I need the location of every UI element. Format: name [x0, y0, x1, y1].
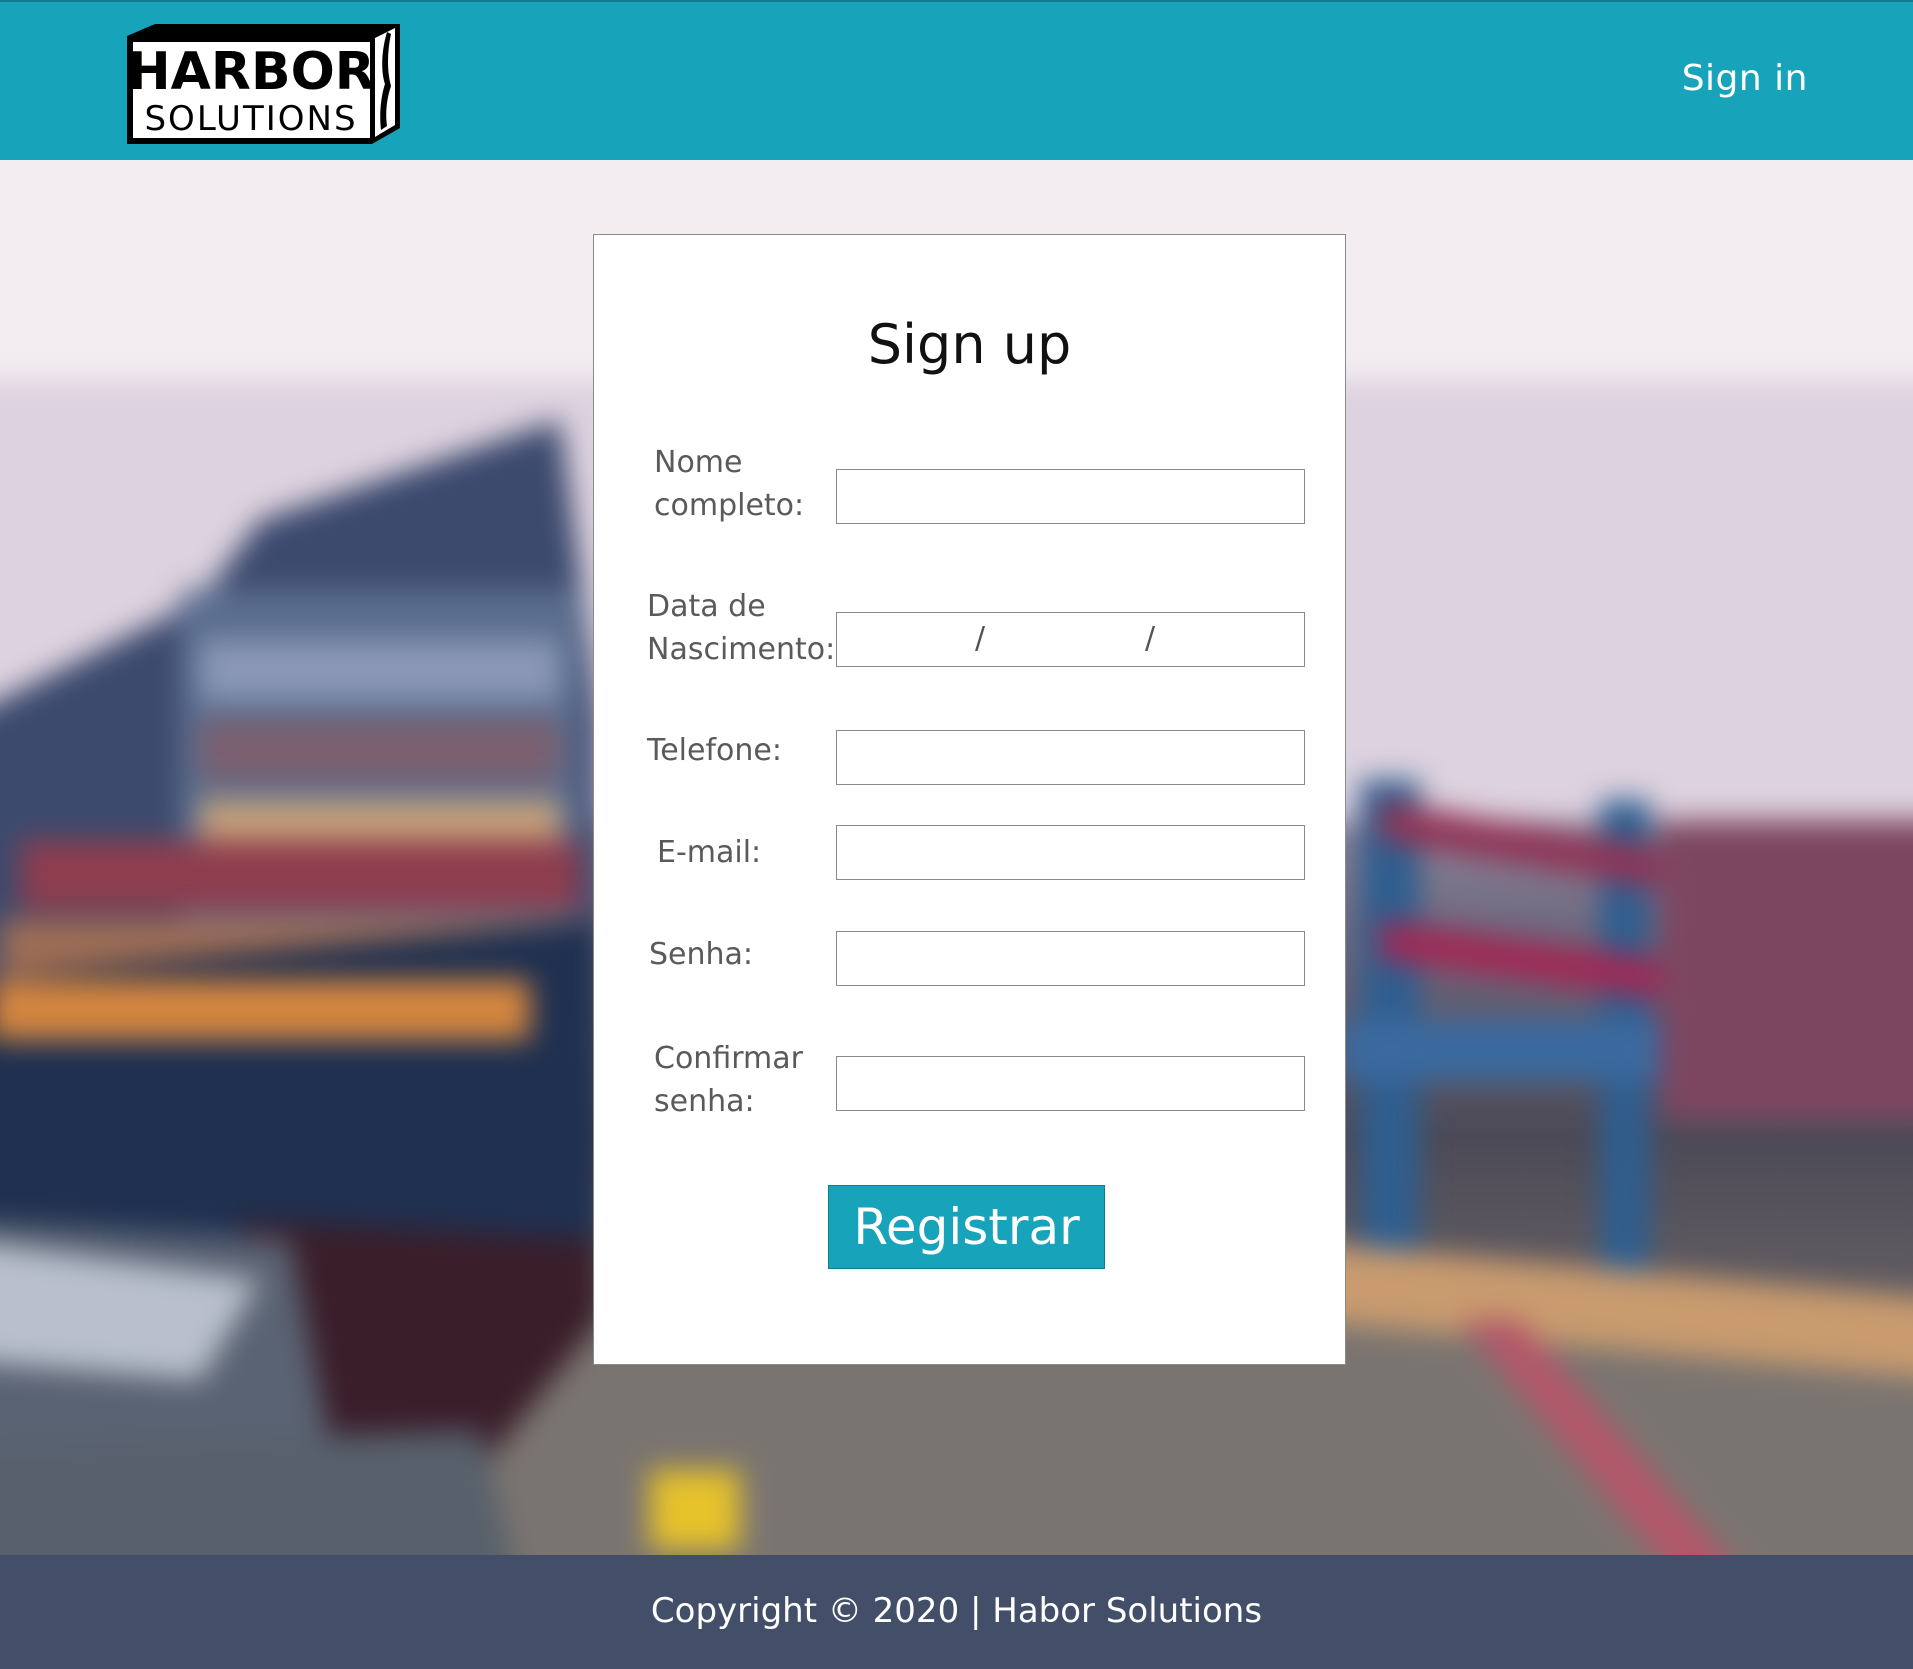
email-label: E-mail:	[657, 835, 762, 870]
confirm-password-input[interactable]	[836, 1056, 1305, 1111]
birth-date-label: Data de Nascimento:	[647, 589, 836, 667]
top-navbar: HARBOR SOLUTIONS Sign in	[0, 0, 1913, 160]
signup-title: Sign up	[867, 313, 1072, 376]
phone-label: Telefone:	[647, 733, 782, 768]
password-label: Senha:	[649, 937, 754, 972]
confirm-password-label: Confirmar senha:	[654, 1041, 803, 1119]
signup-card: Sign up Nome completo: Data de Nasciment…	[593, 234, 1346, 1365]
password-input[interactable]	[836, 931, 1305, 986]
full-name-label: Nome completo:	[654, 445, 805, 523]
harbor-solutions-logo[interactable]: HARBOR SOLUTIONS	[125, 22, 402, 146]
birth-date-input[interactable]: / /	[836, 612, 1305, 667]
signup-page: HARBOR SOLUTIONS Sign in Sign up Nome co…	[0, 0, 1913, 1669]
date-separator: /	[1145, 621, 1156, 656]
footer: Copyright © 2020 | Habor Solutions	[0, 1555, 1913, 1669]
full-name-input[interactable]	[836, 469, 1305, 524]
logo-text-line2: SOLUTIONS	[144, 99, 357, 139]
copyright-text: Copyright © 2020 | Habor Solutions	[650, 1591, 1263, 1631]
email-input[interactable]	[836, 825, 1305, 880]
register-button[interactable]: Registrar	[828, 1185, 1105, 1269]
logo-text-line1: HARBOR	[127, 42, 375, 102]
date-separator: /	[975, 621, 986, 656]
phone-input[interactable]	[836, 730, 1305, 785]
sign-in-link[interactable]: Sign in	[1682, 58, 1808, 99]
